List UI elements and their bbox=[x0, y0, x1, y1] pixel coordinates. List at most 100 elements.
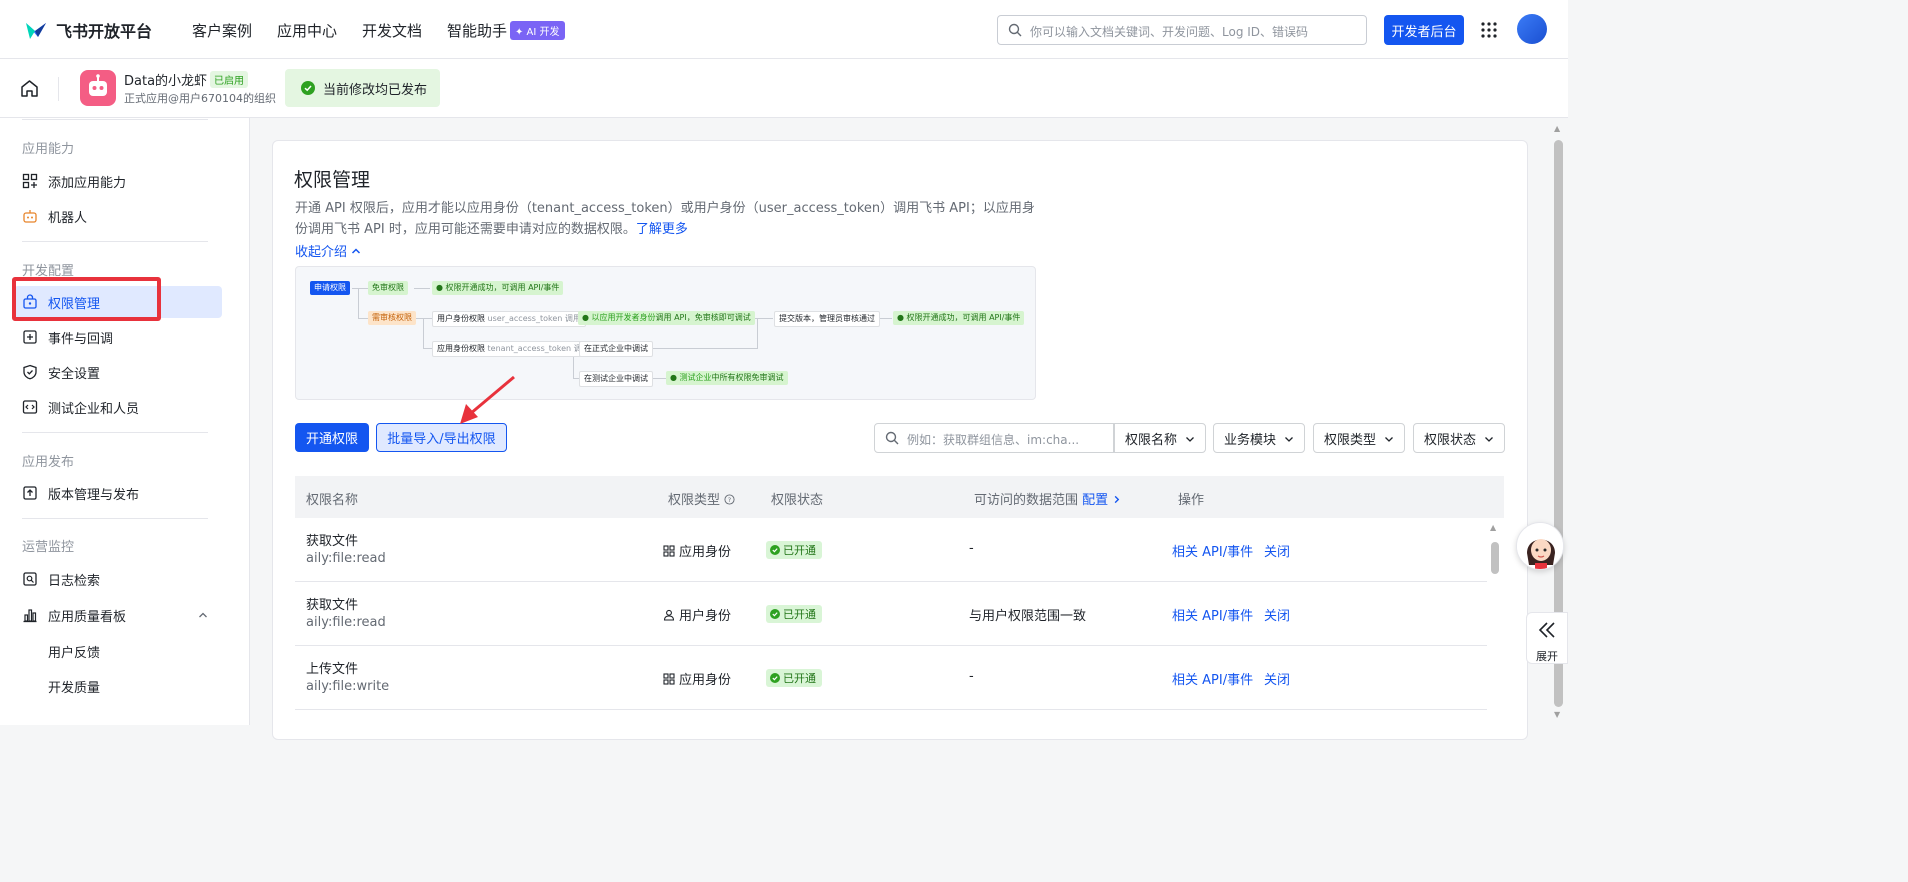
app-name: Data的小龙虾 bbox=[124, 74, 208, 89]
permission-code: aily:file:read bbox=[306, 551, 386, 566]
permission-name: 获取文件 bbox=[306, 534, 359, 549]
flow-connector bbox=[757, 318, 758, 349]
column-header-actions: 操作 bbox=[1178, 493, 1205, 508]
filter-label: 权限名称 bbox=[1125, 432, 1178, 448]
upload-icon bbox=[23, 486, 37, 500]
sidebar-item-events[interactable]: 事件与回调 bbox=[22, 321, 222, 353]
filter-label: 权限状态 bbox=[1424, 432, 1477, 448]
feishu-logo-icon bbox=[26, 23, 46, 39]
sidebar-item-test-enterprise[interactable]: 测试企业和人员 bbox=[22, 391, 222, 423]
grid-icon bbox=[663, 544, 675, 557]
flow-connector bbox=[358, 318, 368, 319]
app-header: Data的小龙虾 已启用 正式应用@用户670104的组织 当前修改均已发布 bbox=[0, 59, 1568, 118]
permission-type: 应用身份 bbox=[663, 541, 731, 560]
sidebar-item-add-capability[interactable]: 添加应用能力 bbox=[22, 165, 222, 197]
sidebar-item-logs[interactable]: 日志检索 bbox=[22, 563, 222, 595]
close-permission-link[interactable]: 关闭 bbox=[1264, 605, 1290, 624]
scroll-down-arrow-icon[interactable]: ▼ bbox=[1554, 710, 1560, 719]
ai-badge: ✦ AI 开发 bbox=[510, 21, 565, 40]
enable-permission-button[interactable]: 开通权限 bbox=[295, 423, 369, 452]
scroll-up-arrow-icon[interactable]: ▲ bbox=[1490, 523, 1496, 532]
check-icon: ● bbox=[436, 283, 446, 292]
double-chevron-left-icon bbox=[1538, 622, 1555, 638]
app-org: 正式应用@用户670104的组织 bbox=[124, 92, 276, 105]
filter-business-module[interactable]: 业务模块 bbox=[1213, 423, 1305, 453]
permission-type: 应用身份 bbox=[663, 669, 731, 688]
user-avatar[interactable] bbox=[1517, 14, 1547, 44]
flow-node-prod-debug: 在正式企业中调试 bbox=[579, 341, 653, 357]
highlight-annotation-box bbox=[12, 277, 161, 321]
table-row: 获取文件 aily:file:read 用户身份 已开通 与用户权限范围一致 相… bbox=[295, 582, 1487, 646]
chevron-down-icon bbox=[1385, 437, 1393, 442]
sidebar-subitem-feedback[interactable]: 用户反馈 bbox=[48, 642, 100, 661]
code-icon bbox=[22, 400, 38, 414]
flow-connector bbox=[414, 288, 430, 289]
status-badge: 已开通 bbox=[766, 669, 822, 687]
chevron-up-icon[interactable] bbox=[198, 610, 208, 620]
flow-node-app-auth: 应用身份权限 tenant_access_token 调用 bbox=[432, 341, 595, 357]
bar-chart-icon bbox=[23, 609, 37, 623]
check-circle-icon bbox=[301, 81, 315, 95]
doc-search-input[interactable]: 你可以输入文档关键词、开发问题、Log ID、错误码 bbox=[997, 15, 1367, 45]
nav-app-center[interactable]: 应用中心 bbox=[277, 20, 337, 41]
apps-grid-icon[interactable] bbox=[1481, 22, 1497, 38]
learn-more-link[interactable]: 了解更多 bbox=[636, 222, 688, 237]
permission-search-input[interactable]: 例如：获取群组信息、im:cha... bbox=[874, 423, 1114, 453]
sidebar-subitem-dev-quality[interactable]: 开发质量 bbox=[48, 677, 100, 696]
related-api-link[interactable]: 相关 API/事件 bbox=[1172, 669, 1253, 688]
divider bbox=[22, 241, 208, 242]
chevron-down-icon bbox=[1485, 437, 1493, 442]
sidebar-item-security[interactable]: 安全设置 bbox=[22, 356, 222, 388]
chevron-up-icon bbox=[352, 248, 361, 254]
table-header: 权限名称 权限类型 ? 权限状态 可访问的数据范围 配置 操作 bbox=[295, 476, 1504, 518]
help-icon[interactable]: ? bbox=[724, 494, 735, 505]
grid-icon bbox=[663, 672, 675, 685]
add-capability-icon bbox=[22, 173, 38, 189]
column-header-status: 权限状态 bbox=[771, 493, 824, 508]
nav-assistant[interactable]: 智能助手 bbox=[447, 20, 507, 41]
data-scope: 与用户权限范围一致 bbox=[969, 609, 1087, 624]
filter-permission-name[interactable]: 权限名称 bbox=[1114, 423, 1206, 453]
close-permission-link[interactable]: 关闭 bbox=[1264, 541, 1290, 560]
collapse-intro-link[interactable]: 收起介绍 bbox=[295, 241, 361, 260]
permission-type: 用户身份 bbox=[663, 605, 731, 624]
sidebar-item-label: 安全设置 bbox=[48, 366, 101, 382]
sidebar-section-capability: 应用能力 bbox=[22, 142, 75, 157]
flow-node-need-review: 需审核权限 bbox=[368, 311, 416, 325]
assistant-avatar[interactable] bbox=[1516, 522, 1564, 570]
close-permission-link[interactable]: 关闭 bbox=[1264, 669, 1290, 688]
sidebar-item-label: 测试企业和人员 bbox=[48, 401, 140, 417]
filter-permission-type[interactable]: 权限类型 bbox=[1313, 423, 1405, 453]
flow-node-test-result: ● 测试企业中所有权限免审调试 bbox=[666, 371, 788, 385]
arrow-annotation-icon bbox=[460, 375, 515, 424]
home-icon[interactable] bbox=[20, 79, 39, 98]
chevron-down-icon bbox=[1285, 437, 1293, 442]
data-scope: - bbox=[969, 669, 974, 684]
flow-node-free-result: ● 权限开通成功，可调用 API/事件 bbox=[432, 281, 564, 295]
scope-config-link[interactable]: 配置 bbox=[1082, 493, 1108, 508]
nav-cases[interactable]: 客户案例 bbox=[192, 20, 252, 41]
svg-text:?: ? bbox=[728, 496, 731, 504]
flow-node-free: 免审权限 bbox=[368, 281, 408, 295]
check-icon: ● bbox=[897, 313, 907, 322]
developer-console-button[interactable]: 开发者后台 bbox=[1384, 15, 1464, 45]
check-icon: ● bbox=[670, 373, 680, 382]
publish-status-banner: 当前修改均已发布 bbox=[285, 69, 440, 107]
table-scrollbar[interactable] bbox=[1491, 542, 1499, 574]
filter-permission-status[interactable]: 权限状态 bbox=[1413, 423, 1505, 453]
top-nav: 飞书开放平台 客户案例 应用中心 开发文档 智能助手 ✦ AI 开发 你可以输入… bbox=[0, 0, 1568, 59]
sidebar-item-quality[interactable]: 应用质量看板 bbox=[22, 599, 222, 631]
related-api-link[interactable]: 相关 API/事件 bbox=[1172, 605, 1253, 624]
scroll-up-arrow-icon[interactable]: ▲ bbox=[1554, 124, 1560, 133]
nav-docs[interactable]: 开发文档 bbox=[362, 20, 422, 41]
sidebar-item-versions[interactable]: 版本管理与发布 bbox=[22, 477, 222, 509]
logo[interactable]: 飞书开放平台 bbox=[24, 18, 152, 42]
flow-connector bbox=[414, 318, 434, 319]
related-api-link[interactable]: 相关 API/事件 bbox=[1172, 541, 1253, 560]
flow-connector bbox=[646, 348, 758, 349]
table-row: 上传文件 aily:file:write 应用身份 已开通 - 相关 API/事… bbox=[295, 646, 1487, 710]
permission-code: aily:file:write bbox=[306, 679, 390, 694]
search-icon bbox=[1008, 23, 1022, 37]
sidebar-item-bot[interactable]: 机器人 bbox=[22, 200, 222, 232]
expand-panel-button[interactable]: 展开 bbox=[1526, 612, 1568, 664]
